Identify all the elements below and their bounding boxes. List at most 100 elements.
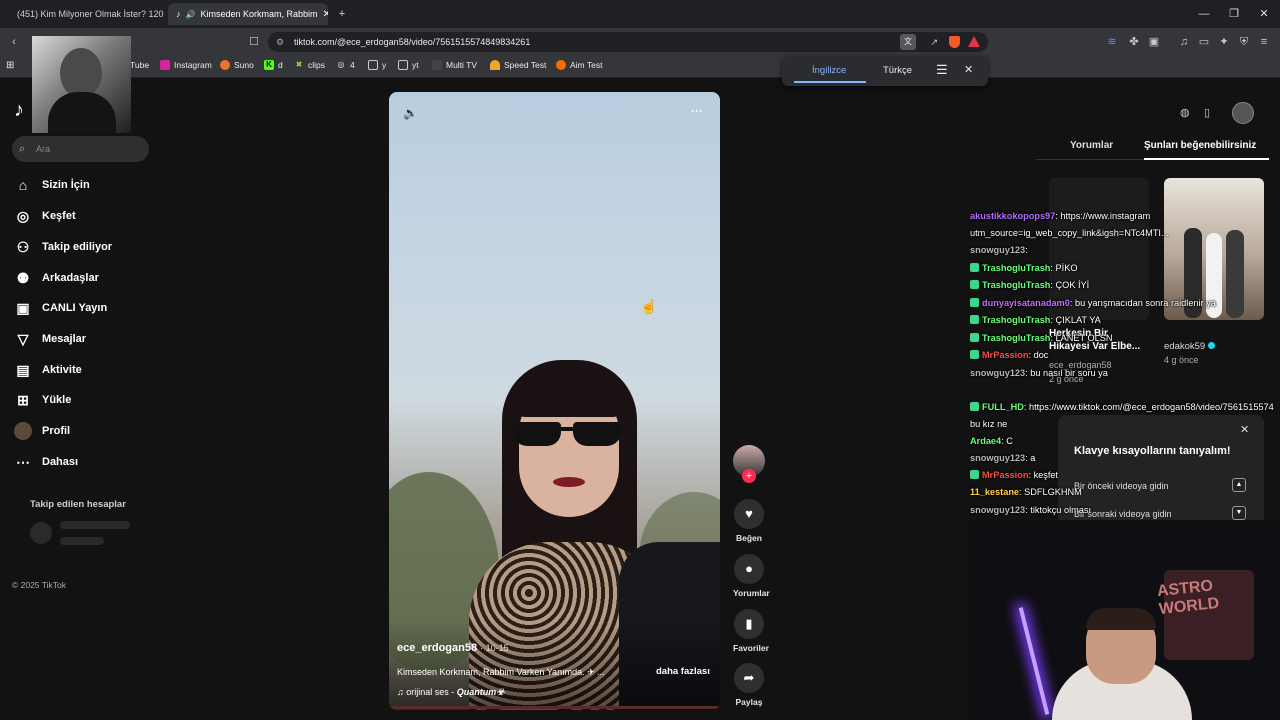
apps-icon[interactable]: ⊞ [6, 60, 14, 71]
search-icon: ⌕ [19, 143, 26, 155]
close-icon[interactable]: ✕ [1240, 423, 1249, 436]
share-icon[interactable]: ↗ [930, 32, 938, 52]
bookmark-folder-y[interactable]: y [368, 60, 386, 70]
extensions-icon[interactable]: ✤ [1126, 34, 1142, 50]
back-icon[interactable]: ‹ [6, 34, 22, 50]
translate-target-lang[interactable]: Türkçe [883, 65, 912, 76]
bookmark-icon: ▮ [734, 609, 764, 639]
sidebar-item-live[interactable]: ▣ CANLI Yayın [14, 299, 107, 317]
brave-shield-icon[interactable] [949, 36, 960, 48]
chat-text: ÇIKLAT YA [1055, 315, 1101, 325]
author-avatar[interactable]: + [733, 445, 765, 483]
maximize-button[interactable]: ❐ [1226, 6, 1242, 22]
url-bar[interactable]: ⚙ tiktok.com/@ece_erdogan58/video/756151… [268, 32, 988, 52]
bookmark-tube[interactable]: Tube [130, 60, 149, 70]
chat-username: dunyayisatanadam0 [982, 298, 1070, 308]
site-info-icon[interactable]: ⚙ [276, 32, 284, 52]
video-author[interactable]: ece_erdogan58 · 10-15 [397, 642, 509, 654]
chat-message: utm_source=ig_web_copy_link&igsh=NTc4MTI… [970, 228, 1169, 238]
more-caption-link[interactable]: daha fazlası [656, 666, 710, 677]
sidebar-item-profile[interactable]: Profil [14, 422, 70, 440]
video-sound[interactable]: ♫ orijinal ses - Quantum☣ [397, 687, 504, 698]
kick-icon: K [264, 60, 274, 70]
audio-icon[interactable]: ≋ [1104, 34, 1120, 50]
close-icon[interactable]: ✕ [323, 9, 328, 20]
bookmark-suno[interactable]: Suno [220, 60, 254, 70]
comments-button[interactable]: ● Yorumlar [733, 554, 770, 598]
chat-text: bu yarışmacıdan sonra raidlenir ya [1074, 298, 1216, 308]
video-progress-bar[interactable] [389, 706, 720, 709]
folder-icon [368, 60, 378, 70]
device-icon[interactable]: ▯ [1204, 106, 1210, 119]
bookmark-icon[interactable]: ☐ [246, 34, 262, 50]
chat-message: TrashogluTrash: ÇOK İYİ [970, 280, 1089, 290]
sidebar-item-for-you[interactable]: ⌂ Sizin İçin [14, 176, 90, 194]
chat-message: akustikkokopops97: https://www.instagram [970, 211, 1151, 221]
tab-title: Kimseden Korkmam, Rabbim [200, 9, 318, 19]
chat-text: tiktokçu olması [1030, 505, 1092, 515]
follow-plus-icon[interactable]: + [742, 469, 756, 483]
like-button[interactable]: ♥ Beğen [733, 499, 765, 543]
tiktok-logo-icon[interactable]: ♪ [14, 99, 24, 122]
suggested-video-author[interactable]: edakok59 [1164, 341, 1215, 352]
chat-message: TrashogluTrash: ÇIKLAT YA [970, 315, 1101, 325]
compass-icon[interactable]: ◍ [1180, 106, 1190, 119]
chat-message: snowguy123: tiktokçu olması [970, 505, 1092, 515]
bookmark-aimtest[interactable]: Aim Test [556, 60, 602, 70]
sidebar-item-more[interactable]: ⋯ Dahası [14, 453, 78, 471]
bookmark-clips[interactable]: ✖ clips [294, 60, 325, 70]
bookmark-folder-yt[interactable]: yt [398, 60, 419, 70]
user-avatar[interactable] [1232, 102, 1254, 124]
chat-username: snowguy123 [970, 505, 1026, 515]
sidebar-icon[interactable]: ▣ [1146, 34, 1162, 50]
mute-icon[interactable]: 🔈 [403, 106, 418, 120]
chat-text: SDFLGKHNM [1024, 487, 1082, 497]
sidebar-item-explore[interactable]: ◎ Keşfet [14, 207, 76, 225]
bookmark-d[interactable]: Kd [264, 60, 283, 70]
translate-source-lang[interactable]: İngilizce [812, 65, 846, 76]
tab-youtube[interactable]: (451) Kim Milyoner Olmak İster? 120 [4, 3, 164, 25]
tab-title: (451) Kim Milyoner Olmak İster? 120 [17, 9, 164, 19]
share-button[interactable]: ➦ Paylaş [733, 663, 765, 707]
search-input[interactable]: ⌕ Ara [12, 136, 149, 162]
streamer-hair [1086, 608, 1156, 630]
close-icon[interactable]: ✕ [964, 63, 973, 76]
compass-icon: ◎ [16, 208, 30, 224]
translate-menu-icon[interactable]: ☰ [936, 62, 948, 78]
sidebar-item-upload[interactable]: ⊞ Yükle [14, 391, 71, 409]
music-icon[interactable]: ♫ [1176, 34, 1192, 50]
bookmark-speedtest[interactable]: Speed Test [490, 60, 546, 70]
menu-icon[interactable]: ≡ [1256, 34, 1272, 50]
bookmark-multitv[interactable]: Multi TV [432, 60, 477, 70]
suno-icon [220, 60, 230, 70]
video-player[interactable]: 🔈 ··· ece_erdogan58 · 10-15 Kimseden Kor… [389, 92, 720, 710]
vpn-icon[interactable]: ⛨ [1236, 34, 1252, 50]
chat-username: TrashogluTrash [982, 280, 1051, 290]
account-placeholder-line [60, 521, 130, 529]
chat-username: TrashogluTrash [982, 263, 1051, 273]
sidebar-item-activity[interactable]: ▤ Aktivite [14, 361, 81, 379]
more-options-icon[interactable]: ··· [691, 104, 703, 118]
active-tab-indicator [1144, 158, 1269, 160]
close-window-button[interactable]: ✕ [1256, 6, 1272, 22]
wallet-icon[interactable]: ▭ [1196, 34, 1212, 50]
bookmark-4[interactable]: ◎ 4 [336, 60, 355, 70]
poster-logo: ASTRO WORLD [1156, 577, 1221, 619]
translate-icon[interactable]: 文 [900, 34, 916, 50]
tab-tiktok[interactable]: ♪ 🔊 Kimseden Korkmam, Rabbim ✕ [168, 3, 328, 25]
bookmark-instagram[interactable]: Instagram [160, 60, 212, 70]
ai-icon[interactable]: ✦ [1216, 34, 1232, 50]
sidebar-item-friends[interactable]: ⚉ Arkadaşlar [14, 269, 99, 287]
sidebar-item-messages[interactable]: ▽ Mesajlar [14, 330, 86, 348]
tab-comments[interactable]: Yorumlar [1070, 140, 1113, 151]
minimize-button[interactable]: — [1196, 6, 1212, 22]
new-tab-button[interactable]: + [334, 6, 350, 22]
sidebar-item-following[interactable]: ⚇ Takip ediliyor [14, 238, 112, 256]
tab-you-may-like[interactable]: Şunları beğenebilirsiniz [1144, 140, 1256, 151]
messages-icon: ▽ [17, 331, 29, 347]
rewards-icon[interactable] [968, 36, 980, 47]
chat-badge-icon [970, 350, 979, 359]
favorites-button[interactable]: ▮ Favoriler [733, 609, 769, 653]
chat-message: MrPassion: keşfet [970, 470, 1058, 480]
chat-text: a [1030, 453, 1036, 463]
